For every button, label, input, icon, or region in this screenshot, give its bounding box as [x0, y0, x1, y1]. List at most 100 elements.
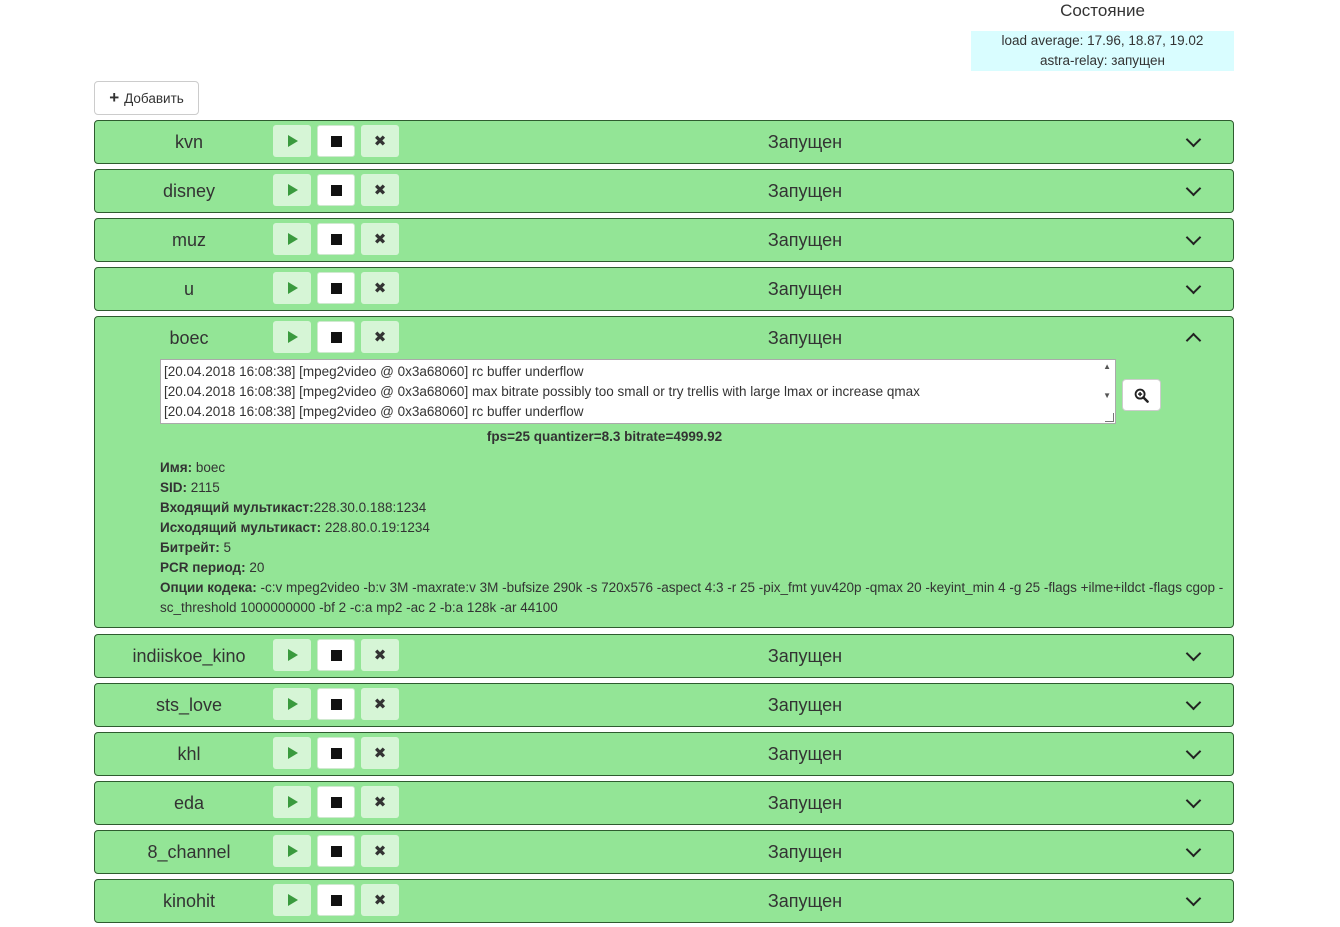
- stop-icon: [330, 845, 342, 857]
- stream-details: Имя: boec SID: 2115 Входящий мультикаст:…: [160, 458, 1225, 618]
- delete-button[interactable]: ✖: [361, 688, 399, 720]
- zoom-button[interactable]: [1122, 379, 1161, 411]
- chevron-down-icon[interactable]: [1185, 131, 1202, 148]
- stop-icon: [330, 184, 342, 196]
- chevron-down-icon[interactable]: [1185, 180, 1202, 197]
- log-textarea[interactable]: [20.04.2018 16:08:38] [mpeg2video @ 0x3a…: [160, 359, 1116, 424]
- play-button[interactable]: [273, 835, 311, 867]
- delete-button[interactable]: ✖: [361, 272, 399, 304]
- relay-state: astra-relay: запущен: [1040, 53, 1165, 68]
- detail-value: -c:v mpeg2video -b:v 3M -maxrate:v 3M -b…: [160, 580, 1224, 615]
- chevron-down-icon[interactable]: [1185, 743, 1202, 760]
- play-icon: [288, 747, 298, 759]
- close-icon: ✖: [373, 744, 387, 762]
- stream-status: Запущен: [767, 328, 843, 348]
- stop-button[interactable]: [317, 125, 355, 157]
- chevron-down-icon[interactable]: [1185, 841, 1202, 858]
- chevron-down-icon[interactable]: [1185, 645, 1202, 662]
- stop-button[interactable]: [317, 884, 355, 916]
- plus-icon: +: [109, 87, 120, 107]
- stop-button[interactable]: [317, 835, 355, 867]
- resize-handle[interactable]: [1105, 413, 1114, 422]
- close-icon: ✖: [373, 793, 387, 811]
- stop-button[interactable]: [317, 639, 355, 671]
- detail-label: Битрейт:: [160, 540, 220, 555]
- stream-row[interactable]: u ✖ Запущен: [94, 267, 1234, 311]
- play-icon: [288, 233, 298, 245]
- detail-value: 5: [219, 540, 232, 555]
- delete-button[interactable]: ✖: [361, 884, 399, 916]
- stream-row[interactable]: indiiskoe_kino ✖ Запущен: [94, 634, 1234, 678]
- delete-button[interactable]: ✖: [361, 321, 399, 353]
- stop-icon: [330, 233, 342, 245]
- stop-button[interactable]: [317, 786, 355, 818]
- close-icon: ✖: [373, 891, 387, 909]
- stream-status: Запущен: [767, 646, 843, 666]
- log-line: [20.04.2018 16:08:38] [mpeg2video @ 0x3a…: [164, 384, 920, 399]
- play-button[interactable]: [273, 786, 311, 818]
- stream-row[interactable]: kvn ✖ Запущен: [94, 120, 1234, 164]
- stream-row[interactable]: eda ✖ Запущен: [94, 781, 1234, 825]
- stream-row[interactable]: muz ✖ Запущен: [94, 218, 1234, 262]
- stop-button[interactable]: [317, 737, 355, 769]
- delete-button[interactable]: ✖: [361, 174, 399, 206]
- detail-label: Входящий мультикаст:: [160, 500, 314, 515]
- detail-value: 228.30.0.188:1234: [313, 500, 427, 515]
- stop-icon: [330, 135, 342, 147]
- play-icon: [288, 845, 298, 857]
- delete-button[interactable]: ✖: [361, 223, 399, 255]
- delete-button[interactable]: ✖: [361, 125, 399, 157]
- stream-name: indiiskoe_kino: [132, 646, 246, 666]
- stop-icon: [330, 747, 342, 759]
- zoom-in-icon: [1134, 388, 1149, 403]
- stream-status: Запущен: [767, 793, 843, 813]
- play-button[interactable]: [273, 737, 311, 769]
- chevron-down-icon[interactable]: [1185, 792, 1202, 809]
- chevron-down-icon[interactable]: [1185, 278, 1202, 295]
- stop-button[interactable]: [317, 223, 355, 255]
- stop-button[interactable]: [317, 174, 355, 206]
- play-button[interactable]: [273, 272, 311, 304]
- play-button[interactable]: [273, 321, 311, 353]
- chevron-down-icon[interactable]: [1185, 229, 1202, 246]
- stream-row[interactable]: 8_channel ✖ Запущен: [94, 830, 1234, 874]
- close-icon: ✖: [373, 230, 387, 248]
- delete-button[interactable]: ✖: [361, 835, 399, 867]
- play-button[interactable]: [273, 174, 311, 206]
- play-button[interactable]: [273, 688, 311, 720]
- close-icon: ✖: [373, 279, 387, 297]
- play-button[interactable]: [273, 639, 311, 671]
- play-button[interactable]: [273, 125, 311, 157]
- delete-button[interactable]: ✖: [361, 786, 399, 818]
- detail-value: boec: [192, 460, 226, 475]
- chevron-down-icon[interactable]: [1185, 890, 1202, 907]
- delete-button[interactable]: ✖: [361, 639, 399, 671]
- stop-button[interactable]: [317, 688, 355, 720]
- stream-status: Запущен: [767, 132, 843, 152]
- stream-row[interactable]: disney ✖ Запущен: [94, 169, 1234, 213]
- play-button[interactable]: [273, 884, 311, 916]
- stream-row-expanded[interactable]: boec ✖ Запущен [20.04.2018 16:08:38] [mp…: [94, 316, 1234, 628]
- stream-name: boec: [169, 328, 209, 348]
- add-button[interactable]: + Добавить: [94, 81, 199, 115]
- stop-button[interactable]: [317, 272, 355, 304]
- scroll-down-arrow[interactable]: ▼: [1103, 391, 1111, 400]
- stream-name: eda: [173, 793, 205, 813]
- chevron-down-icon[interactable]: [1185, 694, 1202, 711]
- play-icon: [288, 184, 298, 196]
- play-button[interactable]: [273, 223, 311, 255]
- play-icon: [288, 282, 298, 294]
- chevron-up-icon[interactable]: [1185, 332, 1202, 349]
- stream-row[interactable]: khl ✖ Запущен: [94, 732, 1234, 776]
- stream-status: Запущен: [767, 695, 843, 715]
- close-icon: ✖: [373, 132, 387, 150]
- stream-row[interactable]: kinohit ✖ Запущен: [94, 879, 1234, 923]
- stream-row[interactable]: sts_love ✖ Запущен: [94, 683, 1234, 727]
- scroll-up-arrow[interactable]: ▲: [1103, 362, 1111, 371]
- detail-label: PCR период:: [160, 560, 246, 575]
- close-icon: ✖: [373, 181, 387, 199]
- close-icon: ✖: [373, 646, 387, 664]
- delete-button[interactable]: ✖: [361, 737, 399, 769]
- close-icon: ✖: [373, 842, 387, 860]
- stop-button[interactable]: [317, 321, 355, 353]
